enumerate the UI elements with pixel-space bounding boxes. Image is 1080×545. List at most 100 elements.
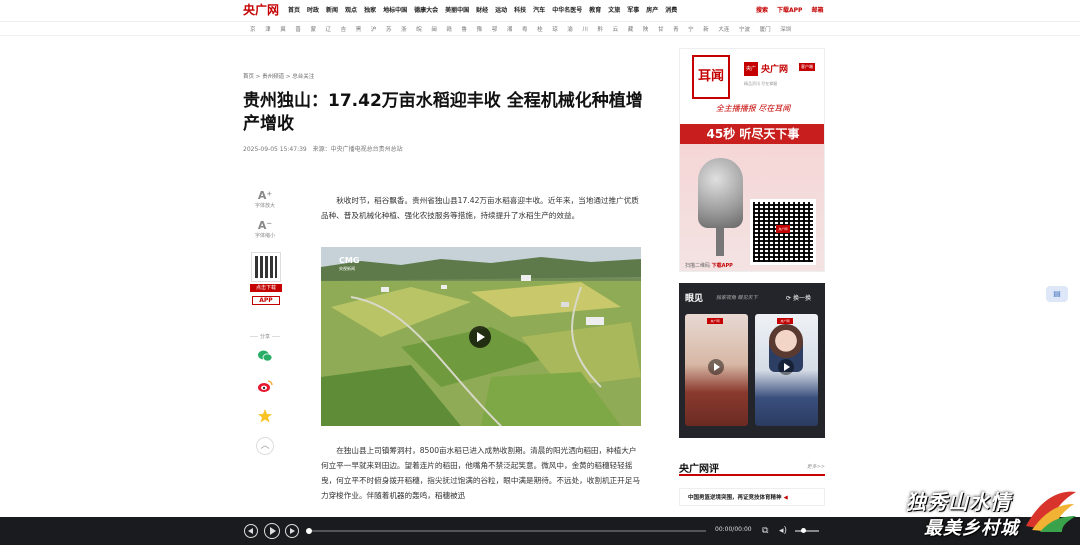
cmg-logo-text: CMG	[339, 256, 360, 265]
region-link[interactable]: 闽	[431, 25, 437, 33]
font-decrease-button[interactable]: A⁻ 字体缩小	[245, 219, 285, 240]
region-link[interactable]: 辽	[326, 25, 332, 33]
video-card[interactable]: 央广网	[755, 314, 818, 426]
play-button[interactable]	[264, 523, 280, 539]
region-link[interactable]: 琼	[552, 25, 558, 33]
commentary-item[interactable]: 中国男篮逆境突围，再证竞技体育精神 ◀	[679, 488, 825, 506]
playback-time: 00:00/00:00	[715, 526, 752, 533]
progress-handle[interactable]	[306, 528, 312, 534]
region-link[interactable]: 赣	[446, 25, 452, 33]
popout-icon[interactable]: ⧉	[762, 526, 768, 536]
nav-item[interactable]: 新闻	[326, 5, 338, 14]
nav-item[interactable]: 美丽中国	[445, 5, 469, 14]
region-link[interactable]: 苏	[386, 25, 392, 33]
nav-item[interactable]: 首页	[288, 5, 300, 14]
refresh-button[interactable]: ⟳ 换一换	[786, 293, 811, 302]
yanjian-video-module: 眼见 独家视角 眼见天下 ⟳ 换一换 央广网 央广网	[679, 283, 825, 438]
article-title: 贵州独山：17.42万亩水稻迎丰收 全程机械化种植增产增收	[243, 91, 643, 134]
region-link[interactable]: 宁	[688, 25, 694, 33]
region-link[interactable]: 蒙	[310, 25, 316, 33]
region-link[interactable]: 深圳	[780, 25, 791, 33]
previous-button[interactable]	[244, 524, 258, 538]
video-card[interactable]: 央广网	[685, 314, 748, 426]
main-nav: 首页 时政 新闻 观点 独家 地标中国 德康大会 美丽中国 财经 运动 科技 汽…	[288, 5, 684, 14]
region-link[interactable]: 大连	[718, 25, 729, 33]
region-link[interactable]: 宁波	[739, 25, 750, 33]
nav-item[interactable]: 教育	[589, 5, 601, 14]
region-link[interactable]: 津	[265, 25, 271, 33]
region-link[interactable]: 厦门	[760, 25, 771, 33]
side-float-tab[interactable]: ▤	[1046, 286, 1068, 302]
yanjian-subtitle: 独家视角 眼见天下	[716, 295, 758, 301]
breadcrumb[interactable]: 首页 > 贵州频道 > 总台关注	[243, 72, 314, 80]
region-link[interactable]: 甘	[658, 25, 664, 33]
mail-link[interactable]: 邮箱	[811, 5, 823, 14]
play-icon[interactable]	[469, 326, 491, 348]
region-link[interactable]: 京	[250, 25, 256, 33]
ad-band: 45秒 听尽天下事	[680, 124, 824, 144]
app-promo-ad[interactable]: 耳闻 央广网 央广网 客户端 精品资讯 尽在掌握 全主播播报 尽在耳闻 45秒 …	[679, 48, 825, 272]
region-link[interactable]: 吉	[341, 25, 347, 33]
region-link[interactable]: 鄂	[492, 25, 498, 33]
volume-icon[interactable]: ◂)	[779, 526, 787, 536]
top-nav-bar: 央广网 首页 时政 新闻 观点 独家 地标中国 德康大会 美丽中国 财经 运动 …	[0, 0, 1080, 22]
region-link[interactable]: 豫	[477, 25, 483, 33]
region-link[interactable]: 黔	[598, 25, 604, 33]
region-link[interactable]: 湘	[507, 25, 513, 33]
play-icon[interactable]	[778, 359, 794, 375]
region-link[interactable]: 浙	[401, 25, 407, 33]
region-link[interactable]: 桂	[537, 25, 543, 33]
share-label: 分享	[245, 333, 285, 340]
nav-item[interactable]: 汽车	[533, 5, 545, 14]
region-link[interactable]: 陕	[643, 25, 649, 33]
region-link[interactable]: 黑	[356, 25, 362, 33]
cnr-badge: 央广网	[744, 62, 758, 86]
nav-item[interactable]: 科技	[514, 5, 526, 14]
search-link[interactable]: 搜索	[756, 5, 768, 14]
nav-item[interactable]: 观点	[345, 5, 357, 14]
nav-item[interactable]: 时政	[307, 5, 319, 14]
region-link[interactable]: 沪	[371, 25, 377, 33]
nav-item[interactable]: 消费	[665, 5, 677, 14]
nav-item[interactable]: 独家	[364, 5, 376, 14]
download-app-link[interactable]: 下载APP	[777, 5, 802, 14]
article-meta: 2025-09-05 15:47:39 来源：中央广播电视总台贵州总站	[243, 144, 407, 153]
ad-scan-text: 扫描二维码 下载APP	[685, 262, 733, 269]
region-link[interactable]: 晋	[295, 25, 301, 33]
weibo-share-icon[interactable]	[257, 378, 273, 394]
region-link[interactable]: 皖	[416, 25, 422, 33]
region-link[interactable]: 青	[673, 25, 679, 33]
next-button[interactable]	[285, 524, 299, 538]
nav-item[interactable]: 地标中国	[383, 5, 407, 14]
region-link[interactable]: 粤	[522, 25, 528, 33]
region-link[interactable]: 云	[613, 25, 619, 33]
region-link[interactable]: 藏	[628, 25, 634, 33]
nav-item[interactable]: 房产	[646, 5, 658, 14]
qzone-share-icon[interactable]	[257, 408, 273, 424]
back-to-top-button[interactable]: ︿	[256, 437, 274, 455]
nav-item[interactable]: 中华名医号	[552, 5, 582, 14]
yanjian-title: 眼见	[685, 294, 704, 304]
nav-item[interactable]: 军事	[627, 5, 639, 14]
article-video[interactable]: CMG 央视新闻	[321, 247, 641, 426]
click-download-button[interactable]: 点击下载	[250, 284, 282, 292]
wechat-share-icon[interactable]	[257, 348, 273, 364]
nav-item[interactable]: 文旅	[608, 5, 620, 14]
more-link[interactable]: 更多>>	[807, 463, 825, 470]
site-logo[interactable]: 央广网	[243, 2, 283, 18]
region-link[interactable]: 冀	[280, 25, 286, 33]
app-badge[interactable]: APP	[252, 296, 280, 305]
progress-track[interactable]	[308, 530, 706, 532]
region-link[interactable]: 鲁	[462, 25, 468, 33]
play-icon[interactable]	[708, 359, 724, 375]
font-decrease-icon: A⁻	[257, 219, 273, 232]
nav-item[interactable]: 德康大会	[414, 5, 438, 14]
volume-slider[interactable]	[795, 528, 819, 533]
region-link[interactable]: 川	[582, 25, 588, 33]
region-link[interactable]: 新	[703, 25, 709, 33]
ad-bottom: 央广网 扫描二维码 下载APP	[680, 144, 824, 271]
font-increase-button[interactable]: A⁺ 字体放大	[245, 190, 285, 210]
region-link[interactable]: 渝	[567, 25, 573, 33]
nav-item[interactable]: 运动	[495, 5, 507, 14]
nav-item[interactable]: 财经	[476, 5, 488, 14]
